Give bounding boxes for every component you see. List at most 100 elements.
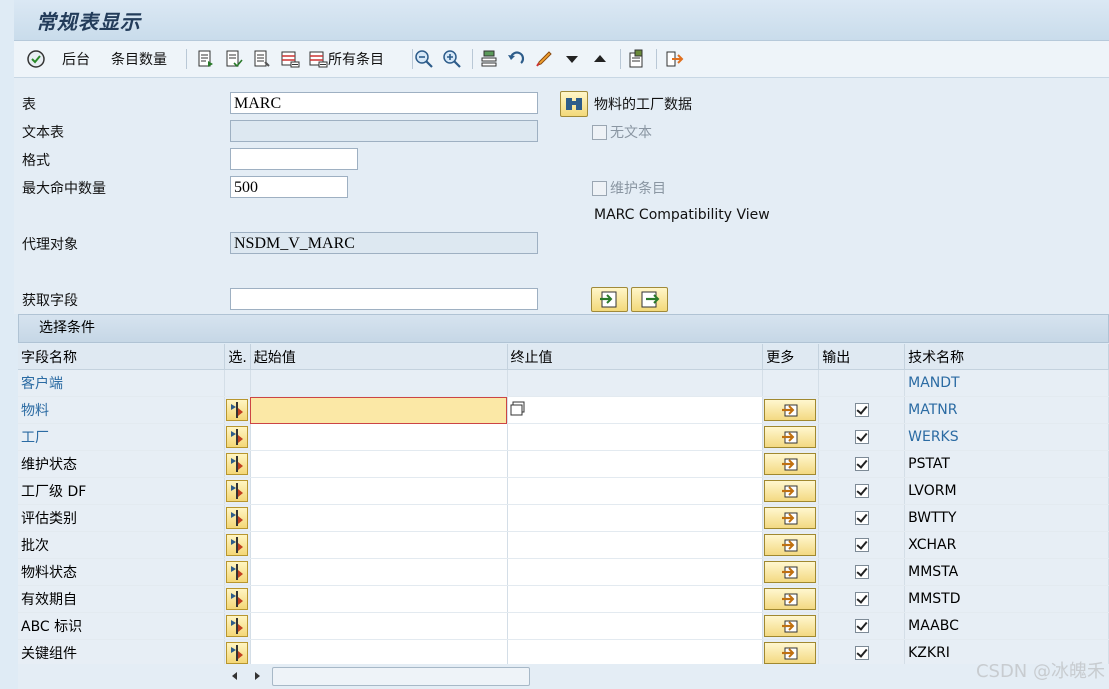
to-value-input[interactable] [507,504,764,532]
column-header-field-name[interactable]: 字段名称 [18,344,226,370]
from-value-input[interactable] [250,423,508,451]
output-checkbox[interactable] [854,619,869,633]
column-header-select[interactable]: 选. [224,344,251,370]
selection-options-icon [231,618,244,634]
document-view-icon [254,50,270,67]
field-name-cell: 维护状态 [18,450,226,478]
table-row: 工厂 WERKS [18,423,1109,451]
fetch-field-label: 获取字段 [22,293,78,309]
from-value-input[interactable] [250,612,508,640]
horizontal-scrollbar[interactable] [18,664,1109,689]
column-header-to-value[interactable]: 终止值 [507,344,764,370]
export-button[interactable] [626,47,646,71]
entry-count-button[interactable]: 条目数量 [111,47,167,71]
from-value-input[interactable] [250,585,508,613]
doc-view-button[interactable] [252,47,272,71]
table-info-button[interactable] [560,91,588,117]
multiple-selection-button[interactable] [226,534,249,556]
zoom-in-button[interactable] [442,47,462,71]
to-value-input[interactable] [507,639,764,667]
multiple-selection-button[interactable] [226,507,249,529]
more-button[interactable] [764,507,817,529]
field-name-cell: 物料状态 [18,558,226,586]
binoculars-icon [566,98,582,110]
more-button[interactable] [764,642,817,664]
multiple-selection-button[interactable] [226,642,249,664]
from-value-input [250,369,508,397]
output-checkbox[interactable] [854,403,869,417]
more-button[interactable] [764,588,817,610]
from-value-input[interactable] [250,531,508,559]
arrow-right-document-icon [782,512,798,525]
to-value-input[interactable] [507,585,764,613]
to-value-input[interactable] [507,531,764,559]
from-value-input[interactable] [250,477,508,505]
to-value-input[interactable] [507,477,764,505]
undo-button[interactable] [506,47,526,71]
scroll-left-icon[interactable] [230,671,240,681]
select-doc-button[interactable] [196,47,216,71]
to-value-input[interactable] [507,450,764,478]
from-value-input[interactable] [250,639,508,667]
fetch-field-button-1[interactable] [591,287,628,312]
table-row: 客户端 MANDT [18,369,1109,397]
output-checkbox[interactable] [854,565,869,579]
more-button[interactable] [764,615,817,637]
select-doc2-button[interactable] [224,47,244,71]
multiple-selection-button[interactable] [226,453,249,475]
multiple-selection-button[interactable] [226,561,249,583]
from-value-input[interactable] [250,396,508,424]
background-button[interactable]: 后台 [62,47,90,71]
output-checkbox[interactable] [854,538,869,552]
max-hits-input[interactable]: 500 [230,176,348,198]
more-button[interactable] [764,453,817,475]
output-checkbox[interactable] [854,457,869,471]
multiple-selection-button[interactable] [226,399,249,421]
zoom-out-button[interactable] [414,47,434,71]
scroll-thumb[interactable] [272,667,530,686]
sort-down-button[interactable] [562,47,582,71]
column-header-more[interactable]: 更多 [762,344,820,370]
text-table-input [230,120,538,142]
scroll-right-icon[interactable] [252,671,262,681]
column-header-output[interactable]: 输出 [818,344,906,370]
filter-button[interactable] [479,47,499,71]
more-button[interactable] [764,399,817,421]
output-checkbox[interactable] [854,484,869,498]
table-input[interactable]: MARC [230,92,538,114]
multiple-selection-button[interactable] [226,588,249,610]
multiple-selection-button[interactable] [226,615,249,637]
from-value-input[interactable] [250,450,508,478]
format-input[interactable] [230,148,358,170]
from-value-input[interactable] [250,558,508,586]
delete-entries-button[interactable] [280,47,300,71]
fetch-field-input[interactable] [230,288,538,310]
multiple-selection-button[interactable] [226,426,249,448]
copy-icon[interactable] [510,401,526,417]
output-checkbox[interactable] [854,511,869,525]
more-button[interactable] [764,561,817,583]
selection-options-icon [231,645,244,661]
more-button[interactable] [764,534,817,556]
select-cell [224,396,251,424]
all-entries-button[interactable]: 所有条目 [308,47,384,71]
to-value-input[interactable] [507,423,764,451]
to-value-input[interactable] [507,612,764,640]
from-value-input[interactable] [250,504,508,532]
to-value-input[interactable] [507,396,764,424]
column-header-tech-name[interactable]: 技术名称 [904,344,1109,370]
more-button[interactable] [764,480,817,502]
output-checkbox[interactable] [854,430,869,444]
list-delete-icon [281,51,300,68]
fetch-field-button-2[interactable] [631,287,668,312]
highlight-button[interactable] [534,47,554,71]
output-checkbox[interactable] [854,592,869,606]
more-button[interactable] [764,426,817,448]
multiple-selection-button[interactable] [226,480,249,502]
execute-button[interactable] [26,47,46,71]
sort-up-button[interactable] [590,47,610,71]
column-header-from-value[interactable]: 起始值 [250,344,508,370]
navigate-button[interactable] [664,47,684,71]
output-checkbox[interactable] [854,646,869,660]
to-value-input[interactable] [507,558,764,586]
